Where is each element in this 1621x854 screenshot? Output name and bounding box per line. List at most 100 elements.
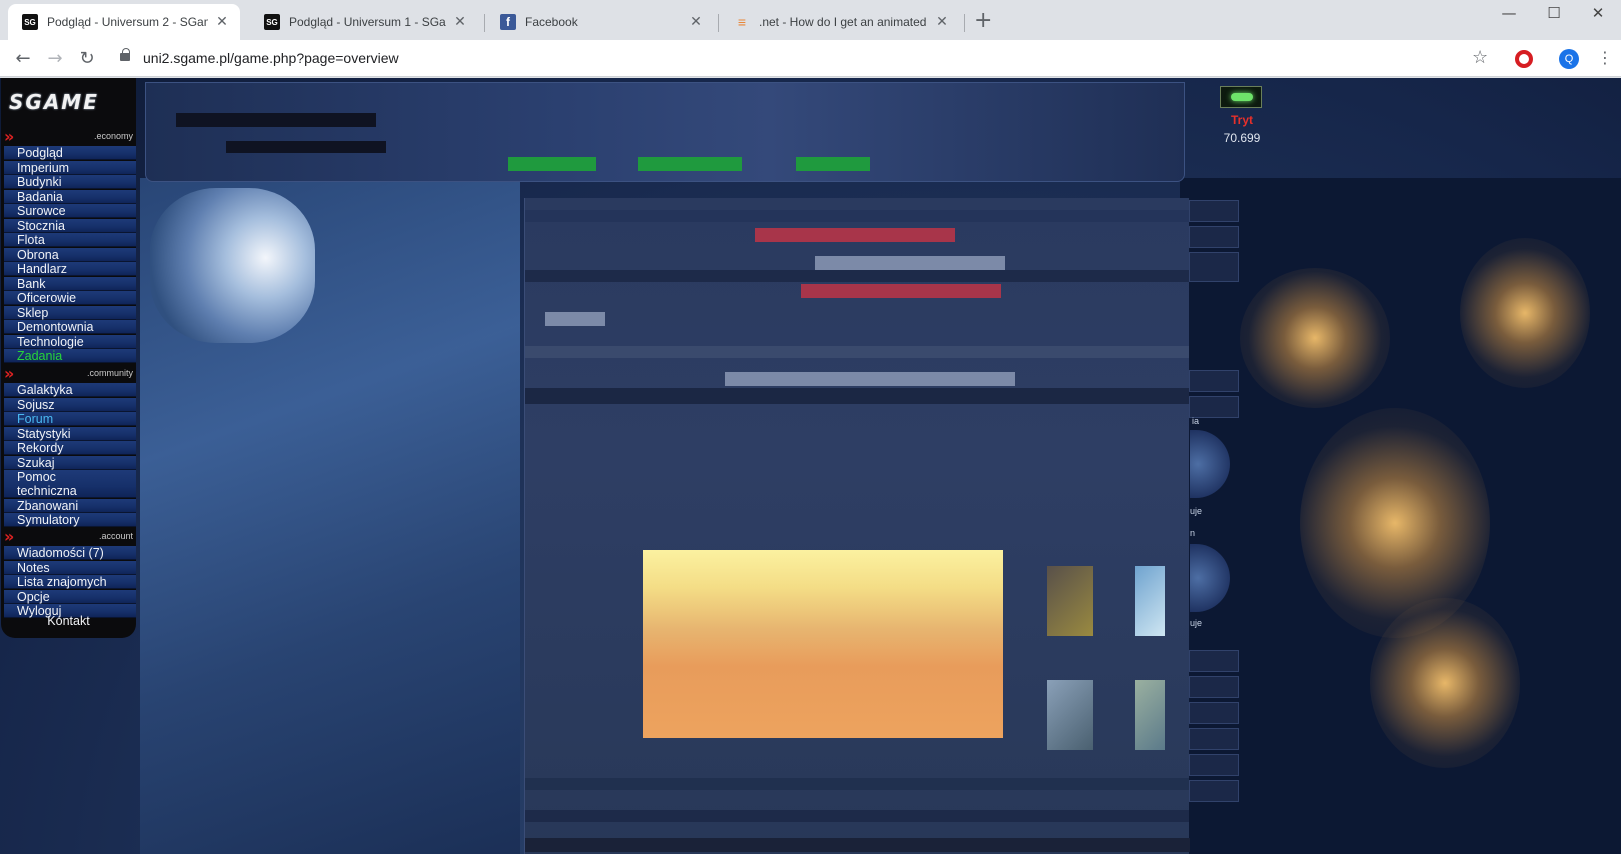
blurred-text	[815, 256, 1005, 270]
browser-tab-stackoverflow[interactable]: ≡ .net - How do I get an animated ✕	[720, 4, 960, 40]
blurred-row	[525, 270, 1189, 282]
side-label: n	[1190, 528, 1196, 538]
moon-thumbnail[interactable]	[1047, 680, 1093, 750]
blurred-row	[525, 810, 1189, 822]
menu-item-budynki[interactable]: Budynki	[4, 175, 136, 189]
tryt-value: 70.699	[1223, 131, 1261, 145]
back-arrow-icon[interactable]: ←	[12, 48, 34, 70]
menu-item-rekordy[interactable]: Rekordy	[4, 441, 136, 455]
menu-item-statystyki[interactable]: Statystyki	[4, 427, 136, 441]
menu-item-zadania[interactable]: Zadania	[4, 349, 136, 363]
blurred-row	[525, 388, 1189, 404]
tryt-resource-icon	[1220, 86, 1262, 108]
moon-thumbnail[interactable]	[1047, 566, 1093, 636]
earth-night-image	[1180, 178, 1621, 854]
browser-tab-universum-2[interactable]: SG Podgląd - Universum 2 - SGame ✕	[8, 4, 240, 40]
menu-item-notes[interactable]: Notes	[4, 561, 136, 575]
menu-item-zbanowani[interactable]: Zbanowani	[4, 499, 136, 513]
blurred-row	[525, 778, 1189, 790]
tab-separator	[964, 14, 965, 32]
menu-item-galaktyka[interactable]: Galaktyka	[4, 383, 136, 397]
progress-bar	[638, 157, 742, 171]
menu-item-flota[interactable]: Flota	[4, 233, 136, 247]
sgame-logo: SGAME	[9, 90, 99, 114]
menu-item-podglad[interactable]: Podgląd	[4, 146, 136, 160]
tryt-label: Tryt	[1230, 113, 1253, 127]
opera-extension-icon[interactable]	[1515, 50, 1533, 68]
new-tab-icon[interactable]: +	[974, 10, 992, 32]
menu-item-symulatory[interactable]: Symulatory	[4, 513, 136, 527]
progress-bar	[508, 157, 596, 171]
maximize-icon[interactable]: ☐	[1531, 0, 1577, 28]
city-lights	[1240, 268, 1390, 408]
browser-tab-strip: SG Podgląd - Universum 2 - SGame ✕ SG Po…	[0, 0, 1621, 40]
blurred-row	[525, 210, 1189, 222]
minimize-icon[interactable]: —	[1486, 0, 1532, 28]
section-label: .economy	[93, 131, 133, 141]
tab-close-icon[interactable]: ✕	[934, 14, 950, 30]
window-close-icon[interactable]: ✕	[1575, 0, 1621, 28]
menu-item-handlarz[interactable]: Handlarz	[4, 262, 136, 276]
blurred-row	[525, 838, 1190, 852]
menu-item-stocznia[interactable]: Stocznia	[4, 219, 136, 233]
info-row	[1189, 650, 1239, 672]
section-header-economy: » .economy	[1, 128, 136, 146]
tab-separator	[484, 14, 485, 32]
kontakt-link[interactable]: Kontakt	[1, 614, 136, 628]
blurred-row	[525, 346, 1189, 358]
city-lights	[1460, 238, 1590, 388]
blurred-highlight	[801, 284, 1001, 298]
info-row	[1189, 396, 1239, 418]
moon-thumbnail[interactable]	[1135, 680, 1165, 750]
forward-arrow-icon[interactable]: →	[44, 48, 66, 70]
browser-toolbar: ← → ↻ uni2.sgame.pl/game.php?page=overvi…	[0, 40, 1621, 77]
menu-item-szukaj[interactable]: Szukaj	[4, 456, 136, 470]
tab-title: Podgląd - Universum 1 - SGame	[289, 15, 446, 29]
chevron-right-icon: »	[4, 527, 15, 546]
browser-tab-facebook[interactable]: f Facebook ✕	[486, 4, 714, 40]
browser-menu-icon[interactable]: ⋮	[1597, 48, 1613, 67]
menu-item-obrona[interactable]: Obrona	[4, 248, 136, 262]
menu-item-bank[interactable]: Bank	[4, 277, 136, 291]
info-row	[1189, 702, 1239, 724]
menu-item-technologie[interactable]: Technologie	[4, 335, 136, 349]
stackoverflow-favicon-icon: ≡	[737, 14, 747, 30]
game-sidebar-menu: SGAME » .economy Podgląd Imperium Budynk…	[1, 78, 136, 638]
lock-icon[interactable]	[120, 48, 130, 61]
menu-item-pomoc-techniczna[interactable]: Pomoc techniczna	[4, 470, 136, 498]
browser-tab-universum-1[interactable]: SG Podgląd - Universum 1 - SGame ✕	[250, 4, 478, 40]
menu-item-forum[interactable]: Forum	[4, 412, 136, 426]
menu-item-lista-znajomych[interactable]: Lista znajomych	[4, 575, 136, 589]
address-bar-url[interactable]: uni2.sgame.pl/game.php?page=overview	[143, 50, 399, 66]
menu-item-sklep[interactable]: Sklep	[4, 306, 136, 320]
menu-item-opcje[interactable]: Opcje	[4, 590, 136, 604]
bookmark-star-icon[interactable]: ☆	[1472, 47, 1488, 68]
section-label: .account	[98, 531, 133, 541]
menu-item-demontownia[interactable]: Demontownia	[4, 320, 136, 334]
tab-title: Podgląd - Universum 2 - SGame	[47, 15, 208, 29]
menu-item-oficerowie[interactable]: Oficerowie	[4, 291, 136, 305]
sgame-favicon-icon: SG	[22, 14, 38, 30]
profile-avatar[interactable]: Q	[1559, 49, 1579, 69]
menu-item-imperium[interactable]: Imperium	[4, 161, 136, 175]
moon-thumbnail[interactable]	[1135, 566, 1165, 636]
info-row	[1189, 754, 1239, 776]
menu-item-wiadomosci[interactable]: Wiadomości (7)	[4, 546, 136, 560]
side-label: uje	[1190, 506, 1203, 516]
info-row	[1189, 200, 1239, 222]
tab-separator	[718, 14, 719, 32]
info-row	[1189, 780, 1239, 802]
city-lights	[1370, 598, 1520, 768]
blurred-text	[226, 141, 386, 153]
tab-close-icon[interactable]: ✕	[688, 14, 704, 30]
tab-close-icon[interactable]: ✕	[214, 14, 230, 30]
menu-item-sojusz[interactable]: Sojusz	[4, 398, 136, 412]
info-row	[1189, 676, 1239, 698]
menu-item-badania[interactable]: Badania	[4, 190, 136, 204]
reload-icon[interactable]: ↻	[76, 48, 98, 70]
sgame-favicon-icon: SG	[264, 14, 280, 30]
tab-close-icon[interactable]: ✕	[452, 14, 468, 30]
menu-item-surowce[interactable]: Surowce	[4, 204, 136, 218]
planet-image	[643, 550, 1003, 738]
blurred-text	[725, 372, 1015, 386]
